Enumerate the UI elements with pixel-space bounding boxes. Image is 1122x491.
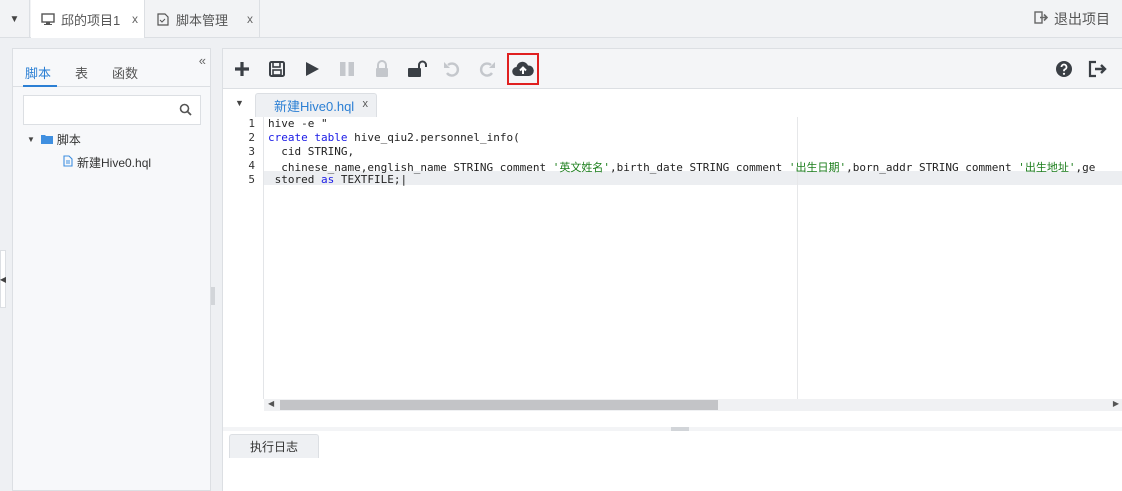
tree-file-hive0[interactable]: 新建Hive0.hql [63,154,151,171]
line-number: 3 [248,145,255,158]
code-line: create table hive_qiu2.personnel_info( [268,131,520,144]
exit-project-button[interactable]: 退出项目 [1034,0,1110,38]
redo-icon[interactable] [476,58,498,80]
exit-icon[interactable] [1087,58,1109,80]
tab-execution-log[interactable]: 执行日志 [229,434,319,458]
active-tab-indicator [23,85,57,87]
tab-script-management-label: 脚本管理 [176,12,229,28]
panel-splitter[interactable] [211,287,215,305]
tree-folder-scripts[interactable]: ▼ 脚本 [27,131,81,148]
tab-dropdown-toggle[interactable]: ▼ [0,0,30,38]
scroll-right-icon[interactable]: ▶ [1113,399,1119,408]
tree-folder-label: 脚本 [56,133,81,147]
lock-icon[interactable] [371,58,393,80]
tab-script-management[interactable]: 脚本管理 x [146,0,260,38]
unlock-icon[interactable] [406,58,428,80]
tab-tables[interactable]: 表 [75,63,88,82]
tab-project[interactable]: 邱的项目1 x [31,0,145,38]
cloud-upload-icon[interactable] [507,53,539,85]
close-icon[interactable]: x [132,12,138,26]
left-panel: 脚本 表 函数 « ▼ 脚本 新建Hive0.hql [12,48,211,491]
line-number: 4 [248,159,255,172]
tab-scripts[interactable]: 脚本 [25,63,51,82]
file-tab-hive0[interactable]: 新建Hive0.hql x [255,93,377,117]
code-line: stored as TEXTFILE;| [268,173,408,186]
tab-functions[interactable]: 函数 [112,63,138,82]
project-tab-bar: ▼ 邱的项目1 x 脚本管理 x 退出项目 [0,0,1122,38]
log-panel: 执行日志 [223,431,1122,491]
file-icon [63,155,73,170]
scrollbar-thumb[interactable] [280,400,718,410]
scroll-left-icon[interactable]: ◀ [268,399,274,408]
line-number: 5 [248,173,255,186]
chevron-down-icon: ▼ [27,135,35,144]
undo-icon[interactable] [441,58,463,80]
code-editor[interactable]: 1 2 3 4 5 hive -e " create table hive_qi… [223,117,1122,411]
collapse-panel-icon[interactable]: « [199,53,206,68]
line-number: 2 [248,131,255,144]
tree-file-label: 新建Hive0.hql [77,156,152,170]
left-tabs: 脚本 表 函数 [13,57,210,87]
play-icon[interactable] [301,58,323,80]
line-number: 1 [248,117,255,130]
help-icon[interactable] [1053,58,1075,80]
side-collapse-handle[interactable]: ◀ [0,250,6,308]
editor-toolbar [223,49,1122,89]
search-box [23,95,201,125]
code-line: cid STRING, [268,145,355,158]
line-number-gutter: 1 2 3 4 5 [223,117,264,399]
editor-area: ▼ 新建Hive0.hql x 1 2 3 4 5 hive -e " crea… [222,48,1122,491]
plus-icon[interactable] [231,58,253,80]
folder-icon [40,133,53,147]
horizontal-scrollbar[interactable]: ◀ ▶ [264,399,1122,411]
save-icon[interactable] [266,58,288,80]
chevron-down-icon[interactable]: ▼ [235,98,244,108]
exit-project-label: 退出项目 [1054,11,1110,27]
file-tab-label: 新建Hive0.hql [274,99,355,114]
pause-icon[interactable] [336,58,358,80]
tab-project-label: 邱的项目1 [61,12,121,28]
monitor-icon [41,12,55,26]
search-icon[interactable] [179,103,192,119]
code-line: hive -e " [268,117,328,130]
exit-icon [1034,11,1049,27]
search-input[interactable] [24,96,174,124]
close-icon[interactable]: x [247,12,253,26]
close-icon[interactable]: x [363,98,369,110]
file-tab-bar: ▼ 新建Hive0.hql x [223,89,1122,117]
script-icon [156,12,170,26]
